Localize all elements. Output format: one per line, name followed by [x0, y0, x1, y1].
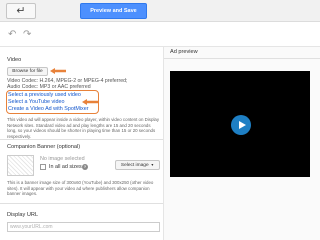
- ad-preview-title: Ad preview: [170, 49, 198, 55]
- back-button[interactable]: ↵: [6, 3, 36, 19]
- edit-toolbar: ↶ ↷: [0, 29, 320, 45]
- all-ad-sizes-checkbox[interactable]: [40, 164, 46, 170]
- back-arrow-icon: ↵: [16, 4, 26, 17]
- section-divider: [0, 139, 163, 140]
- select-youtube-video-link[interactable]: Select a YouTube video: [8, 99, 64, 105]
- video-player[interactable]: [170, 71, 310, 177]
- ad-settings-panel: Video Browse for file Video Codec: H.264…: [0, 46, 164, 240]
- redo-icon[interactable]: ↷: [23, 30, 31, 40]
- help-icon[interactable]: ?: [82, 164, 88, 170]
- section-divider: [0, 203, 163, 204]
- create-spotmixer-ad-link[interactable]: Create a Video Ad with SpotMixer: [8, 106, 89, 112]
- browse-for-file-button[interactable]: Browse for file: [7, 67, 48, 76]
- video-section-title: Video: [7, 57, 22, 63]
- preview-divider: [164, 58, 320, 59]
- preview-and-save-button[interactable]: Preview and Save: [80, 3, 147, 19]
- no-image-label: No image selected: [40, 156, 85, 162]
- chevron-down-icon: ▼: [150, 163, 155, 167]
- companion-banner-title: Companion Banner (optional): [7, 144, 81, 150]
- highlight-arrow-icon: [50, 68, 66, 74]
- play-button[interactable]: [231, 115, 251, 135]
- top-bar: ↵ Preview and Save: [0, 0, 320, 22]
- video-description: This video ad will appear inside a video…: [7, 117, 160, 139]
- undo-icon[interactable]: ↶: [8, 30, 16, 40]
- highlight-arrow-icon: [82, 99, 98, 105]
- ad-preview-panel: Ad preview: [164, 46, 320, 240]
- select-image-button[interactable]: Select image ▼: [115, 160, 160, 170]
- select-previous-video-link[interactable]: Select a previously used video: [8, 92, 81, 98]
- all-ad-sizes-label: In all ad sizes: [49, 164, 82, 170]
- companion-image-placeholder: [7, 155, 34, 176]
- display-url-input[interactable]: [7, 222, 160, 232]
- display-url-title: Display URL: [7, 212, 39, 218]
- select-image-label: Select image: [120, 162, 149, 168]
- play-icon: [238, 121, 246, 129]
- companion-description: This is a banner image size of 300x60 (Y…: [7, 180, 154, 197]
